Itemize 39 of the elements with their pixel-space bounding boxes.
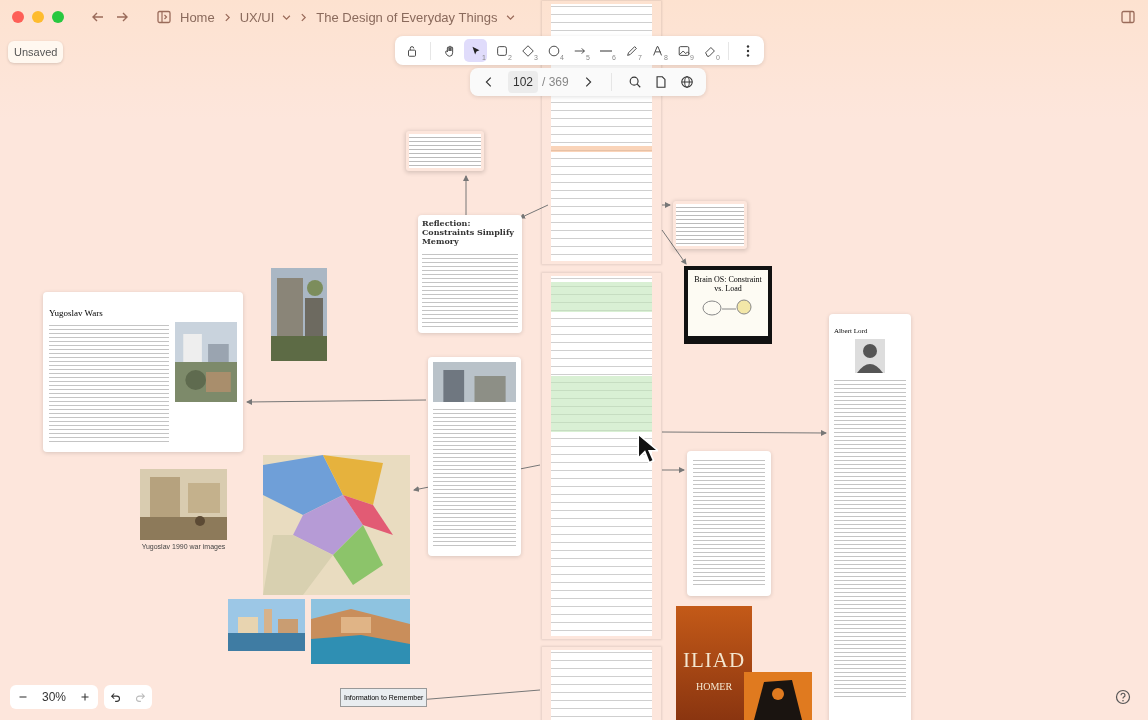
search-icon[interactable] — [627, 75, 642, 89]
more-icon — [745, 44, 750, 57]
page-count: / 369 — [542, 75, 569, 89]
book-title: ILIAD — [682, 648, 746, 673]
connector-arrow — [661, 202, 671, 208]
connector-arrow — [519, 204, 549, 219]
unsaved-badge: Unsaved — [8, 41, 64, 63]
undo-icon[interactable] — [109, 690, 123, 704]
help-icon[interactable] — [1115, 689, 1131, 705]
panel-icon[interactable] — [1120, 9, 1136, 25]
chevron-icon — [222, 12, 232, 22]
connector-arrow — [463, 175, 469, 216]
zoom-level: 30% — [41, 690, 66, 704]
caret-icon — [282, 12, 292, 22]
image-icon — [676, 43, 691, 58]
video-frame[interactable]: Brain OS: Constraint vs. Load — [684, 266, 772, 344]
book-author: HOMER — [695, 681, 733, 692]
article-title: Yugoslav Wars — [49, 308, 104, 318]
connector-arrow — [661, 467, 685, 473]
connector-arrow — [661, 229, 687, 265]
caret-icon — [505, 12, 515, 22]
page-number-field[interactable]: 102 — [508, 71, 539, 93]
line-icon — [599, 49, 612, 52]
person-silhouette-icon — [855, 339, 885, 373]
globe-icon[interactable] — [679, 75, 694, 89]
document-icon[interactable] — [653, 75, 668, 89]
breadcrumb-link[interactable]: UX/UI — [239, 9, 292, 25]
ellipse-icon — [546, 43, 561, 58]
diamond-icon — [520, 43, 535, 58]
slide-title: Brain OS: Constraint vs. Load — [693, 276, 763, 294]
text-icon — [650, 43, 665, 58]
breadcrumb-link[interactable]: Home — [180, 9, 215, 25]
breadcrumb-link[interactable]: The Design of Everyday Things — [316, 9, 515, 25]
pencil-icon — [624, 43, 639, 58]
card-title: Reflection: Constraints Simplify Memory — [422, 219, 515, 247]
chevron-icon — [299, 12, 309, 22]
close-icon[interactable] — [12, 11, 24, 23]
rectangle-icon — [494, 43, 509, 58]
sidebar-icon[interactable] — [156, 9, 172, 25]
